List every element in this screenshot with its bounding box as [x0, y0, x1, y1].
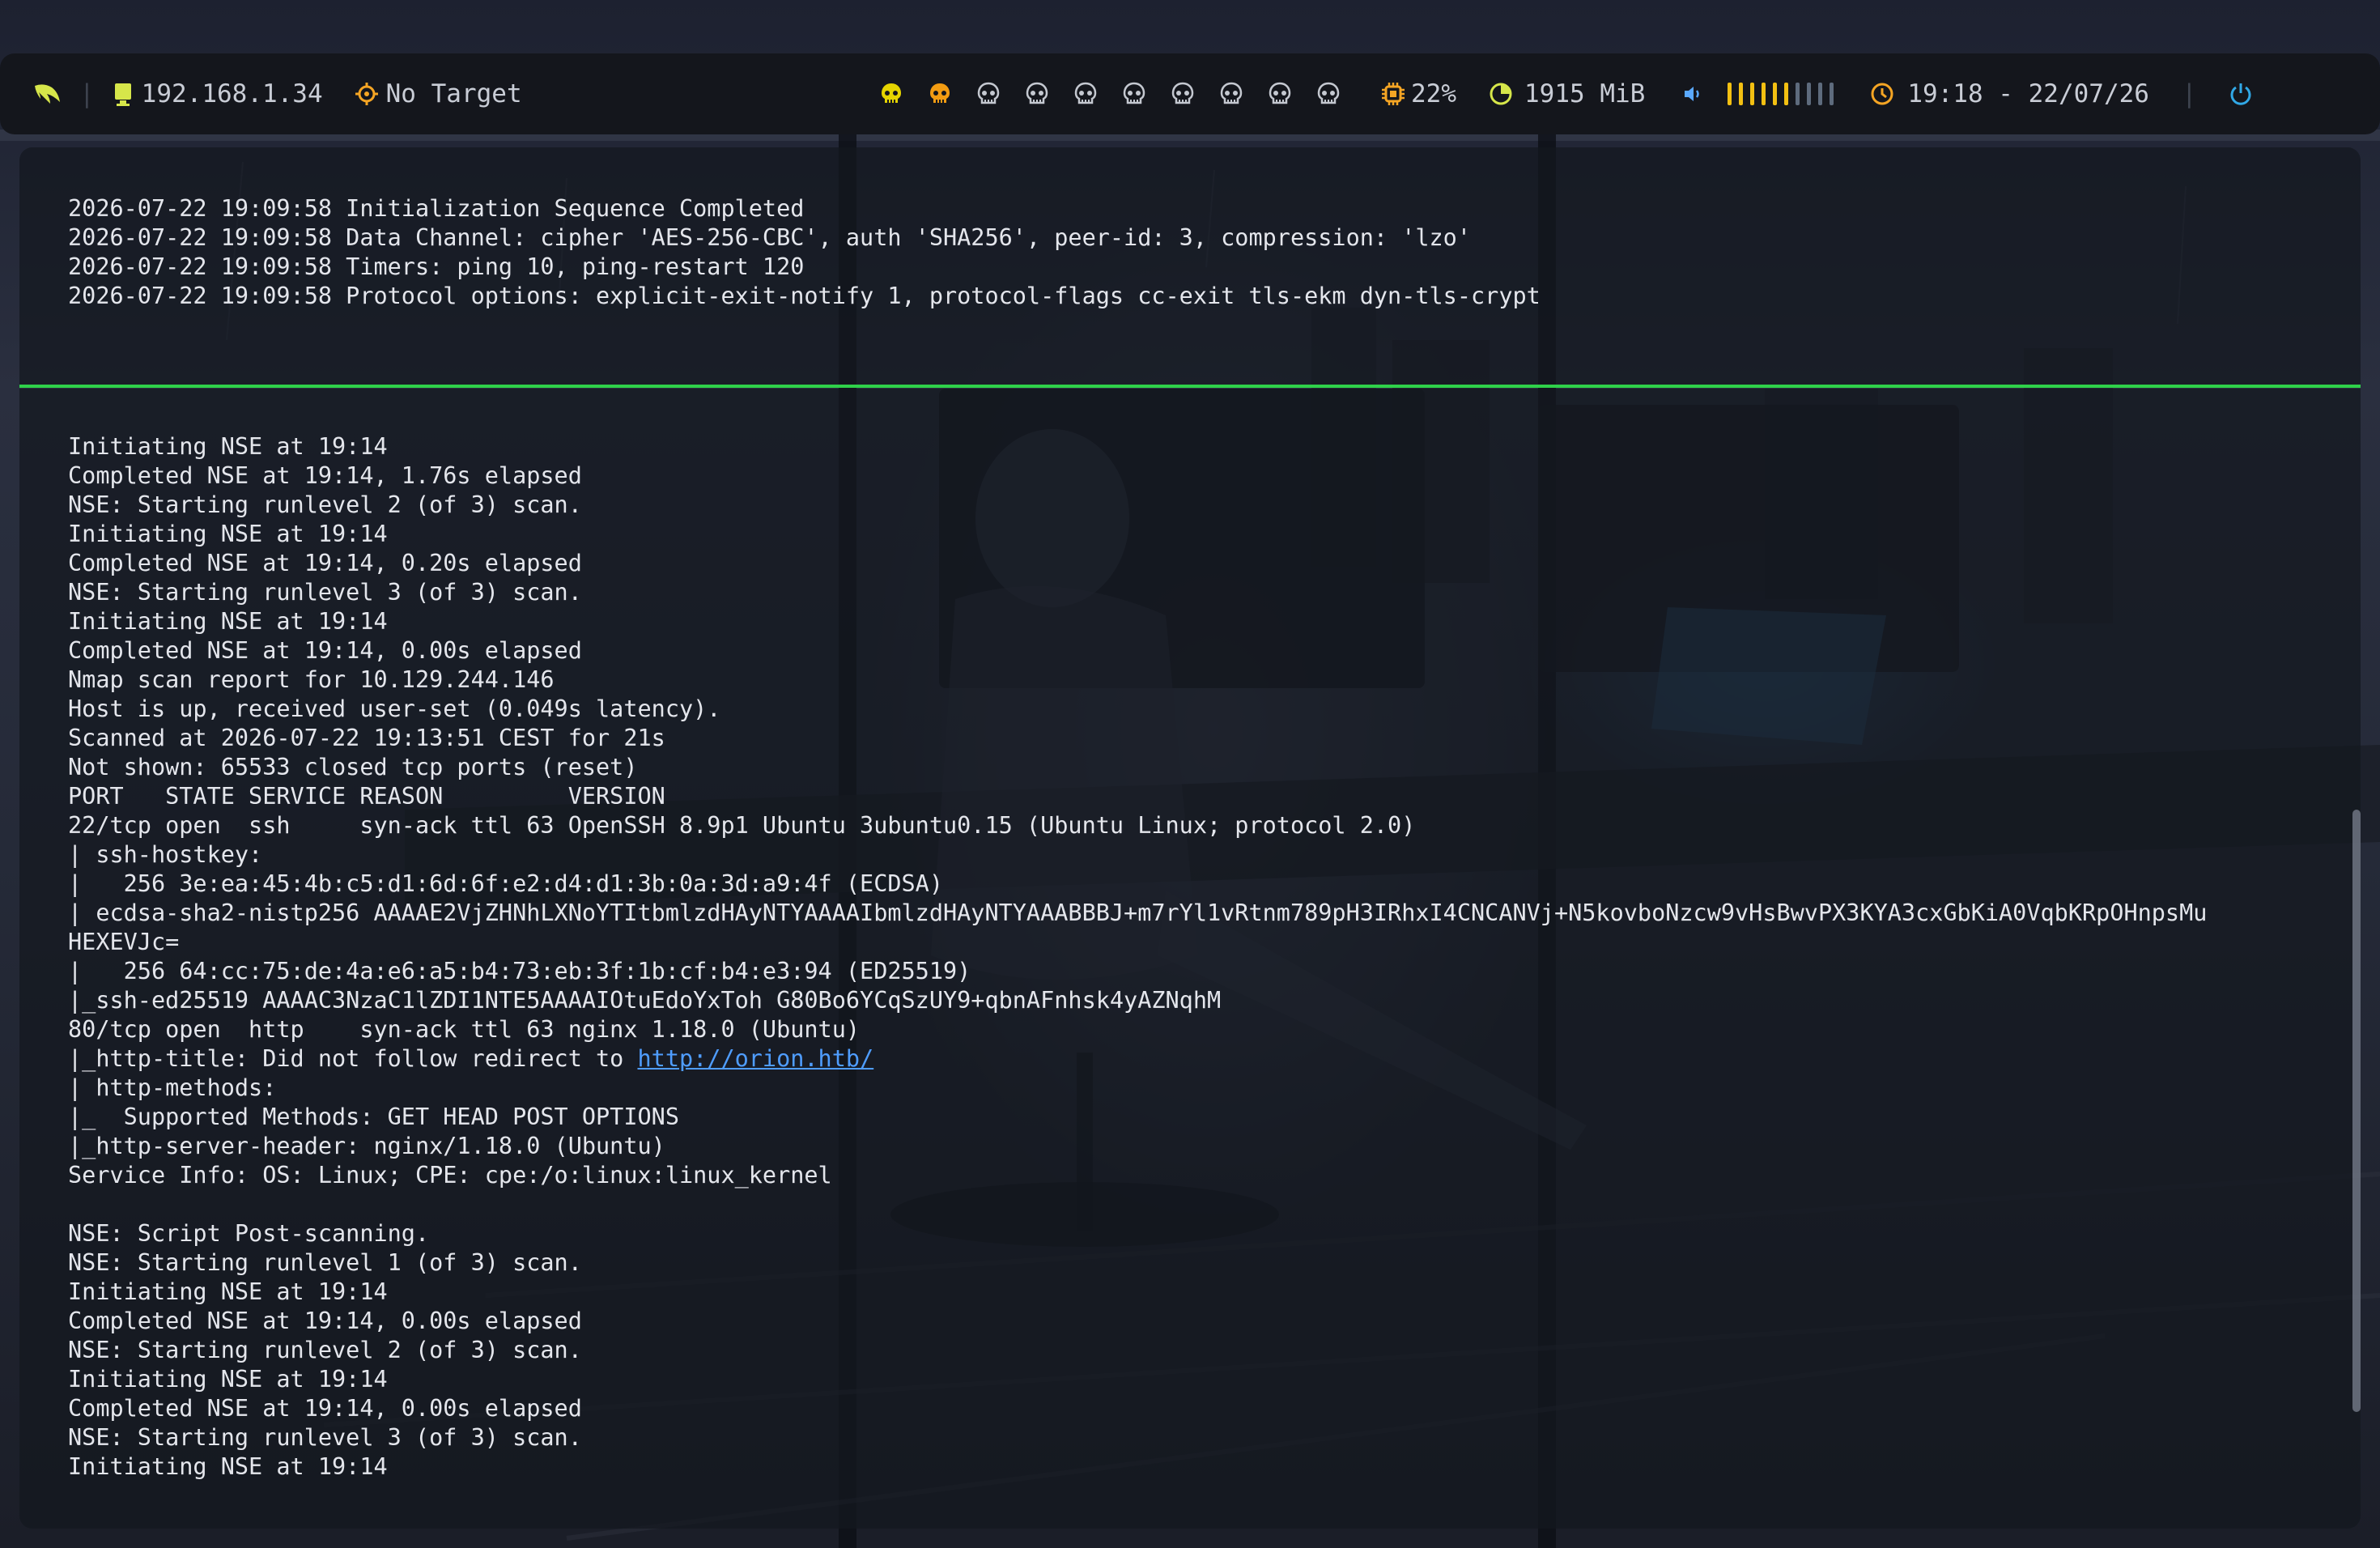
- terminal-line: Initiating NSE at 19:14: [68, 1366, 388, 1393]
- ip-address: 192.168.1.34: [141, 79, 323, 108]
- volume-segment: [1807, 83, 1812, 105]
- bar-separator: |: [2181, 79, 2197, 108]
- workspace-8-skull-icon[interactable]: [1218, 81, 1244, 107]
- terminal-line: Not shown: 65533 closed tcp ports (reset…: [68, 754, 638, 780]
- terminal-line: PORT STATE SERVICE REASON VERSION: [68, 783, 665, 810]
- terminal-line: Host is up, received user-set (0.049s la…: [68, 695, 721, 722]
- terminal-line: | ecdsa-sha2-nistp256 AAAAE2VjZHNhLXNoYT…: [68, 899, 2208, 926]
- terminal-line: |_http-server-header: nginx/1.18.0 (Ubun…: [68, 1133, 665, 1159]
- terminal-line: NSE: Starting runlevel 2 (of 3) scan.: [68, 491, 582, 518]
- clock-icon: [1870, 82, 1894, 106]
- terminal-line: |_http-title: Did not follow redirect to…: [68, 1045, 874, 1072]
- workspace-2-skull-icon[interactable]: [927, 81, 953, 107]
- bar-separator: |: [79, 79, 95, 108]
- crosshair-icon: [355, 83, 378, 105]
- terminal-line: | 256 64:cc:75:de:4a:e6:a5:b4:73:eb:3f:1…: [68, 958, 971, 985]
- terminal-line: 2026-07-22 19:09:58 Initialization Seque…: [68, 195, 805, 222]
- volume-level-bar[interactable]: [1728, 83, 1841, 105]
- terminal-line: Completed NSE at 19:14, 0.00s elapsed: [68, 637, 582, 664]
- pane-divider[interactable]: [19, 385, 2361, 388]
- terminal-line: Completed NSE at 19:14, 0.20s elapsed: [68, 550, 582, 576]
- terminal-line: Initiating NSE at 19:14: [68, 521, 388, 547]
- volume-segment: [1750, 83, 1755, 105]
- terminal-line: 2026-07-22 19:09:58 Data Channel: cipher…: [68, 224, 1472, 251]
- cpu-icon: [1380, 81, 1406, 107]
- workspace-9-skull-icon[interactable]: [1267, 81, 1293, 107]
- terminal-line: Initiating NSE at 19:14: [68, 433, 388, 460]
- terminal-line: NSE: Starting runlevel 3 (of 3) scan.: [68, 579, 582, 606]
- feather-icon[interactable]: [32, 81, 62, 107]
- volume-icon[interactable]: [1682, 83, 1703, 104]
- terminal-line: NSE: Script Post-scanning.: [68, 1220, 430, 1247]
- workspace-6-skull-icon[interactable]: [1121, 81, 1147, 107]
- terminal-line: Completed NSE at 19:14, 0.00s elapsed: [68, 1308, 582, 1334]
- terminal-line: NSE: Starting runlevel 3 (of 3) scan.: [68, 1424, 582, 1451]
- terminal-line: | 256 3e:ea:45:4b:c5:d1:6d:6f:e2:d4:d1:3…: [68, 870, 943, 897]
- terminal-line: Completed NSE at 19:14, 1.76s elapsed: [68, 462, 582, 489]
- terminal-output-openvpn: 2026-07-22 19:09:58 Initialization Seque…: [68, 194, 1541, 311]
- terminal-line: 80/tcp open http syn-ack ttl 63 nginx 1.…: [68, 1016, 861, 1043]
- terminal-line: |_ssh-ed25519 AAAAC3NzaC1lZDI1NTE5AAAAIO…: [68, 987, 1222, 1014]
- workspace-3-skull-icon[interactable]: [975, 81, 1001, 107]
- terminal-line: 2026-07-22 19:09:58 Protocol options: ex…: [68, 283, 1541, 309]
- workspace-7-skull-icon[interactable]: [1170, 81, 1196, 107]
- terminal-output-nmap: Initiating NSE at 19:14 Completed NSE at …: [68, 432, 2207, 1482]
- volume-segment: [1739, 83, 1744, 105]
- target-status[interactable]: No Target: [386, 79, 522, 108]
- volume-segment: [1728, 83, 1732, 105]
- terminal-scrollbar[interactable]: [2352, 810, 2361, 1412]
- terminal-line: HEXEVJc=: [68, 929, 180, 955]
- terminal-line: Initiating NSE at 19:14: [68, 1453, 388, 1480]
- volume-segment: [1796, 83, 1800, 105]
- volume-segment: [1773, 83, 1778, 105]
- clock[interactable]: 19:18 - 22/07/26: [1907, 79, 2149, 108]
- redirect-link[interactable]: http://orion.htb/: [638, 1045, 874, 1072]
- terminal-line: 22/tcp open ssh syn-ack ttl 63 OpenSSH 8…: [68, 812, 1416, 839]
- terminal-line: NSE: Starting runlevel 2 (of 3) scan.: [68, 1337, 582, 1363]
- cpu-usage: 22%: [1411, 79, 1456, 108]
- terminal-line: Service Info: OS: Linux; CPE: cpe:/o:lin…: [68, 1162, 832, 1189]
- workspace-5-skull-icon[interactable]: [1073, 81, 1099, 107]
- power-icon[interactable]: [2228, 81, 2254, 107]
- monitor-icon: [113, 81, 134, 107]
- terminal-line: Nmap scan report for 10.129.244.146: [68, 666, 555, 693]
- volume-segment: [1830, 83, 1834, 105]
- workspace-switcher: [878, 53, 1341, 134]
- memory-usage: 1915 MiB: [1524, 79, 1646, 108]
- workspace-1-skull-icon[interactable]: [878, 81, 904, 107]
- terminal-line: 2026-07-22 19:09:58 Timers: ping 10, pin…: [68, 253, 805, 280]
- volume-segment: [1818, 83, 1823, 105]
- terminal-line: Initiating NSE at 19:14: [68, 608, 388, 635]
- terminal-line: Scanned at 2026-07-22 19:13:51 CEST for …: [68, 725, 665, 751]
- terminal-line: | ssh-hostkey:: [68, 841, 263, 868]
- workspace-4-skull-icon[interactable]: [1024, 81, 1050, 107]
- system-modules: 22% 1915 MiB 19:18 - 22/07/26 |: [1380, 53, 2254, 134]
- status-bar: | 192.168.1.34 No Target 22% 1915 MiB 19…: [0, 53, 2380, 134]
- volume-segment: [1784, 83, 1789, 105]
- memory-icon: [1489, 82, 1513, 106]
- volume-segment: [1762, 83, 1766, 105]
- terminal-line: | http-methods:: [68, 1074, 277, 1101]
- terminal-line: Completed NSE at 19:14, 0.00s elapsed: [68, 1395, 582, 1422]
- workspace-10-skull-icon[interactable]: [1315, 81, 1341, 107]
- terminal-line: Initiating NSE at 19:14: [68, 1278, 388, 1305]
- terminal-line: NSE: Starting runlevel 1 (of 3) scan.: [68, 1249, 582, 1276]
- terminal-line: |_ Supported Methods: GET HEAD POST OPTI…: [68, 1104, 679, 1130]
